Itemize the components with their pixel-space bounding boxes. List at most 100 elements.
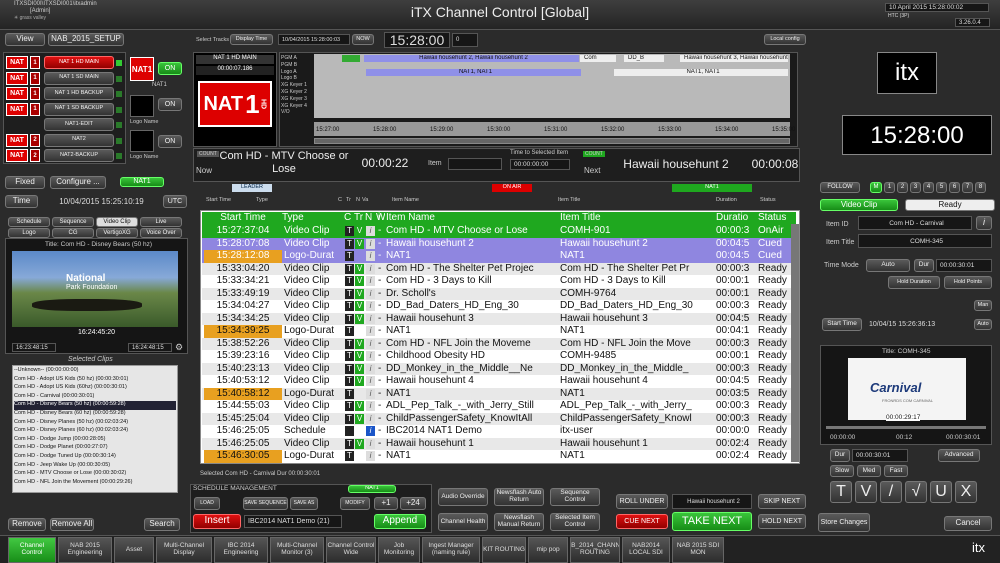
start-time-field[interactable]: 10/04/15 15:26:36:13 [866,318,972,331]
clip-list-item[interactable]: Com HD - Disney Planes (50 hz) (00:02:03… [14,419,176,428]
schedule-row[interactable]: 15:40:53:12 Video Clip T Vi - Hawaii househun… [202,375,796,388]
clip-list-item[interactable]: Com HD - Disney Bears (50 hz) (00:00:59:… [14,401,176,410]
grid-header-cell[interactable]: Type [282,212,344,225]
schedule-row[interactable]: 15:28:07:08 Video Clip T Vi - Hawaii househun… [202,237,796,250]
grid-header-cell[interactable]: i [378,212,384,225]
left-tab-vertigoxg[interactable]: VertigoXG [96,228,138,238]
clip-list-item[interactable]: Com HD - MTV Choose or Lose (00:00:30:02… [14,470,176,479]
track-number-button[interactable]: 1 [884,182,895,193]
schedule-row[interactable]: 15:27:37:04 Video Clip T Vi - Com HD - MTV Ch… [202,225,796,238]
channel-health-button[interactable]: Channel Health [438,513,488,531]
taskbar-tab[interactable]: Multi-Channel Monitor (3) [270,537,324,563]
schedule-row[interactable]: 15:44:55:03 Video Clip T Vi - ADL_Pep_Talk_-_… [202,400,796,413]
schedule-row[interactable]: 15:39:23:16 Video Clip T Vi - Childhood Obesi… [202,350,796,363]
remove-all-button[interactable]: Remove All [50,518,94,531]
left-tab-video-clip[interactable]: Video Clip [96,217,138,227]
transition-x-icon[interactable]: X [955,481,977,503]
clip-list-item[interactable]: Com HD - Jeep Wake Up (00:00:30:05) [14,462,176,471]
grid-header-cell[interactable]: Start Time [204,212,282,225]
track-number-button[interactable]: 5 [936,182,947,193]
slow-button[interactable]: Slow [830,465,854,477]
taskbar-tab[interactable]: Asset [114,537,154,563]
advanced-button[interactable]: Advanced [938,449,980,462]
grid-header-cell[interactable]: Status [758,212,796,225]
left-tab-voice-over[interactable]: Voice Over [140,228,182,238]
taskbar-tab[interactable]: NAB2014 LOCAL SDI [622,537,670,563]
save-as-button[interactable]: SAVE AS [290,497,318,510]
timeline-scrollbar[interactable] [314,138,790,144]
channel-on-button-1[interactable]: ON [158,62,182,75]
plus24-button[interactable]: +24 [400,497,426,510]
cue-next-button[interactable]: CUE NEXT [616,514,668,529]
taskbar-tab[interactable]: Job Monitoring [378,537,420,563]
taskbar-tab[interactable]: mip pop [528,537,568,563]
hold-next-button[interactable]: HOLD NEXT [758,514,806,529]
start-auto-button[interactable]: Auto [974,319,992,330]
right-preview-scrub[interactable] [826,426,986,429]
append-button[interactable]: Append [374,514,426,529]
save-sequence-button[interactable]: SAVE SEQUENCE [243,497,288,510]
info-icon[interactable]: i [976,216,992,230]
skip-next-button[interactable]: SKIP NEXT [758,494,806,509]
transition-u-icon[interactable]: U [930,481,952,503]
taskbar-tab[interactable]: IBC 2014 Engineering [214,537,268,563]
clip-list-item[interactable]: Com HD - Adopt US Kids (60hz) (00:00:30:… [14,384,176,393]
schedule-row[interactable]: 15:34:04:27 Video Clip T Vi - DD_Bad_Daters_H… [202,300,796,313]
schedule-row[interactable]: 15:45:25:04 Video Clip T Vi - ChildPassengerS… [202,412,796,425]
plus1-button[interactable]: +1 [374,497,398,510]
channel-item[interactable]: NAT 1 SD MAIN [44,71,114,85]
schedule-row[interactable]: 15:33:04:20 Video Clip T Vi - Com HD - The Sh… [202,262,796,275]
now-button[interactable]: NOW [352,34,374,45]
track-number-button[interactable]: 8 [975,182,986,193]
grid-header-cell[interactable]: N [365,212,376,225]
schedule-row[interactable]: 15:40:23:13 Video Clip T Vi - DD_Monkey_in_th… [202,362,796,375]
grid-header-cell[interactable]: Item Name [386,212,560,225]
left-tab-schedule[interactable]: Schedule [8,217,50,227]
grid-header-cell[interactable]: Duratio [716,212,758,225]
clip-list-item[interactable]: Com HD - Disney Planes (60 hz) (00:02:03… [14,427,176,436]
clip-list-item[interactable]: Com HD - Carnival (00:00:30:01) [14,393,176,402]
schedule-row[interactable]: 15:33:34:21 Video Clip T Vi - Com HD - 3 Days… [202,275,796,288]
taskbar-tab[interactable]: Channel Control [8,537,56,563]
schedule-row[interactable]: 15:46:30:05 Logo-Durat Ti - NAT1 NAT1 00:02:4 R… [202,450,796,463]
time-mode-select[interactable]: Auto [866,259,910,272]
sequence-control-button[interactable]: Sequence Control [550,488,600,506]
clip-list-item[interactable]: Com HD - Disney Bears (60 hz) (00:00:59:… [14,410,176,419]
schedule-row[interactable]: 15:46:25:05 Video Clip T Vi - Hawaii househun… [202,437,796,450]
display-time-select[interactable]: Display Time [230,34,273,45]
clip-list-item[interactable]: Com HD - Dodge Planet (00:00:27:07) [14,444,176,453]
remove-button[interactable]: Remove [8,518,46,531]
taskbar-tab[interactable]: Channel Control Wide [326,537,376,563]
insert-button[interactable]: Insert [193,514,241,529]
selected-item-control-button[interactable]: Selected Item Control [550,513,600,531]
local-config-button[interactable]: Local config [764,34,806,45]
taskbar-tab[interactable]: Ingest Manager (naming rule) [422,537,480,563]
schedule-scrollbar[interactable] [791,224,799,462]
transition-cut-icon[interactable]: T [830,481,852,503]
schedule-row[interactable]: 15:34:34:25 Video Clip T Vi - Hawaii househun… [202,312,796,325]
dur2-field[interactable]: 00:00:30:01 [852,449,908,462]
track-number-button[interactable]: 7 [962,182,973,193]
taskbar-tab[interactable]: NAB 2015 Engineering [58,537,112,563]
left-tab-sequence[interactable]: Sequence [52,217,94,227]
taskbar-tab[interactable]: NAB_2014_CHANNEL ROUTING [570,537,620,563]
take-next-button[interactable]: TAKE NEXT [672,512,752,531]
gear-icon[interactable]: ⚙ [175,342,183,353]
track-number-button[interactable]: 6 [949,182,960,193]
dur-field[interactable]: 00:00:30:01 [936,259,992,272]
channel-item[interactable]: NAT2 [44,133,114,147]
grid-header-cell[interactable]: Tr [354,212,365,225]
load-button[interactable]: LOAD [194,497,220,510]
layout-select[interactable]: NAB_2015_SETUP [48,33,124,46]
clip-list-item[interactable]: --Unknown-- (00:00:00:00) [14,367,176,376]
schedule-row[interactable]: 15:40:58:12 Logo-Durat Ti - NAT1 NAT1 00:03:5 R… [202,387,796,400]
roll-under-button[interactable]: ROLL UNDER [616,494,668,509]
schedule-row[interactable]: 15:46:25:05 Schedule i - IBC2014 NAT1 Demo it… [202,425,796,438]
search-button[interactable]: Search [144,518,180,531]
store-changes-button[interactable]: Store Changes [818,513,870,532]
channel-item[interactable]: NAT2-BACKUP [44,149,114,162]
channel-item[interactable]: NAT1-EDIT [44,118,114,131]
med-button[interactable]: Med [857,465,881,477]
channel-item[interactable]: NAT 1 SD BACKUP [44,102,114,116]
channel-on-button-3[interactable]: ON [158,135,182,148]
